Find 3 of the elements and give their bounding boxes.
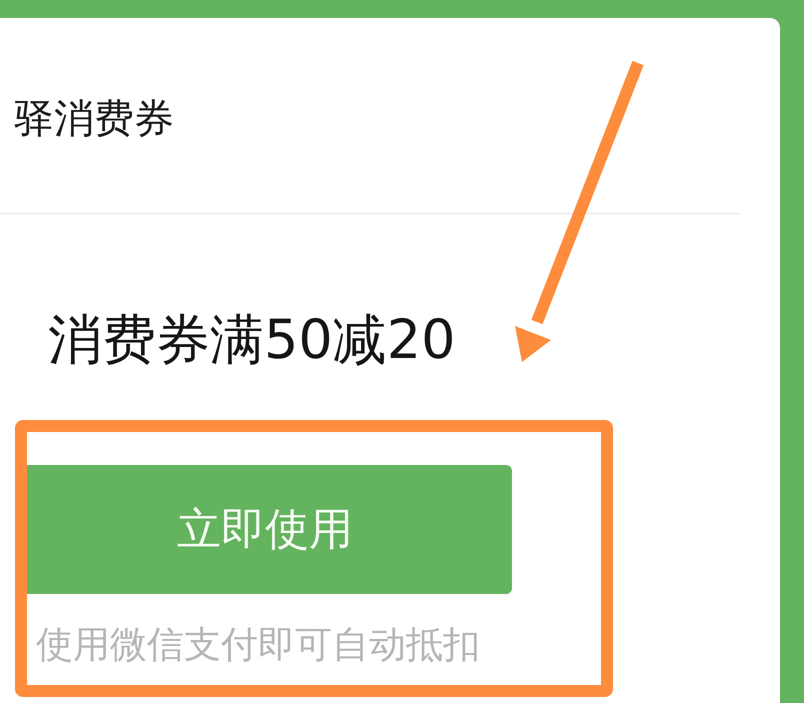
discount-offer: 消费券满50减20 xyxy=(48,308,456,373)
payment-hint: 使用微信支付即可自动抵扣 xyxy=(36,622,480,668)
coupon-title: 驿消费券 xyxy=(14,94,174,142)
